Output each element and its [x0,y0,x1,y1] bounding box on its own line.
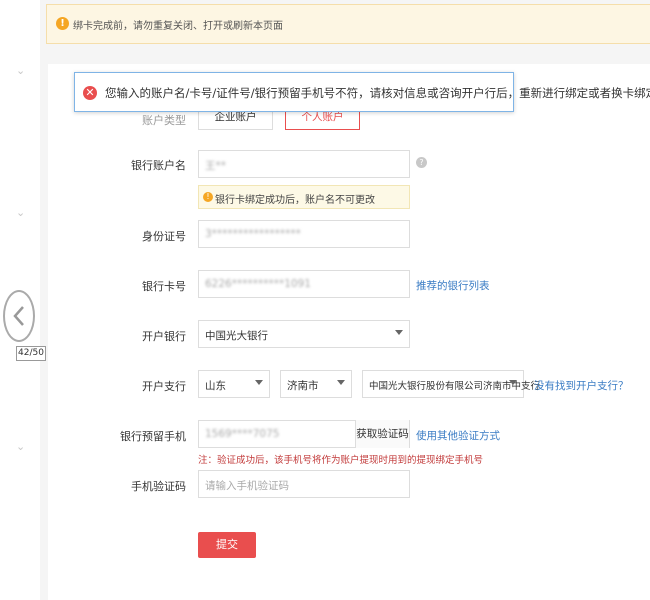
dropdown-caret-icon [337,380,345,385]
account-name-input[interactable]: 王** [198,150,410,178]
page-counter: 42/50 [16,346,46,361]
other-verification-link[interactable]: 使用其他验证方式 [416,428,500,443]
sms-code-input[interactable]: 请输入手机验证码 [198,470,410,498]
card-number-input[interactable]: 6226**********1091 [198,270,410,298]
city-select[interactable]: 济南市 [280,370,352,398]
sms-code-label: 手机验证码 [131,480,186,493]
card-number-value: 6226**********1091 [205,278,311,290]
error-tooltip: ✕ 您输入的账户名/卡号/证件号/银行预留手机号不符，请核对信息或咨询开户行后，… [74,72,650,112]
warning-text: 绑卡完成前，请勿重复关闭、打开或刷新本页面 [73,21,283,32]
submit-button[interactable]: 提交 [198,532,256,558]
bank-label: 开户银行 [142,330,186,343]
id-number-input[interactable]: 3***************** [198,220,410,248]
chevron-left-icon [13,306,24,326]
account-name-hint: ! 银行卡绑定成功后，账户名不可更改 [198,185,410,209]
account-name-value: 王** [205,160,226,172]
province-value: 山东 [205,380,226,392]
get-sms-code-button[interactable]: 获取验证码 [355,420,409,448]
chevron-down-icon[interactable]: ⌄ [16,206,25,219]
dropdown-caret-icon [509,380,517,385]
dropdown-caret-icon [255,380,263,385]
dropdown-caret-icon [395,330,403,335]
warning-icon: ! [56,17,69,30]
recommended-banks-link[interactable]: 推荐的银行列表 [416,278,490,293]
id-number-value: 3***************** [205,228,301,240]
branch-select[interactable]: 中国光大银行股份有限公司济南市中支行 [362,370,540,398]
chevron-down-icon[interactable]: ⌄ [16,64,25,77]
hint-text: 银行卡绑定成功后，账户名不可更改 [215,195,375,206]
account-name-label: 银行账户名 [131,159,186,172]
city-value: 济南市 [287,380,319,392]
branch-label: 开户支行 [142,380,186,393]
phone-note: 注：验证成功后，该手机号将作为账户提现时用到的提现绑定手机号 [198,455,484,466]
info-icon: ! [203,192,213,202]
phone-value: 1569****7075 [205,428,280,440]
warning-banner: ! 绑卡完成前，请勿重复关闭、打开或刷新本页面 [46,4,650,44]
phone-label: 银行预留手机 [120,430,186,443]
branch-not-found-link[interactable]: 没有找到开户支行？ [534,378,629,393]
sms-code-placeholder: 请输入手机验证码 [205,480,289,492]
account-type-label: 账户类型 [142,114,186,127]
help-icon[interactable]: ? [416,157,427,168]
bank-select[interactable]: 中国光大银行 [198,320,410,348]
error-text: 您输入的账户名/卡号/证件号/银行预留手机号不符，请核对信息或咨询开户行后，重新… [105,86,650,100]
card-number-label: 银行卡号 [142,280,186,293]
chevron-down-icon[interactable]: ⌄ [16,440,25,453]
bank-value: 中国光大银行 [205,330,268,342]
id-number-label: 身份证号 [142,230,186,243]
province-select[interactable]: 山东 [198,370,270,398]
prev-page-button[interactable] [3,290,35,342]
error-icon: ✕ [83,86,97,100]
